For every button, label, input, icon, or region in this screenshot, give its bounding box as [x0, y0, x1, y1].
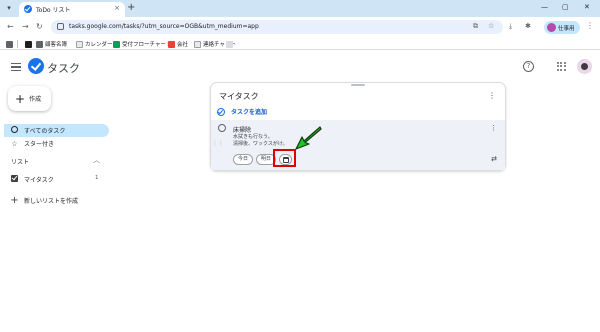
url-text: tasks.google.com/tasks/?utm_source=OGB&u…: [69, 23, 259, 30]
star-icon: ☆: [11, 139, 18, 148]
list-title: マイタスク: [219, 92, 259, 101]
task-list-card: マイタスク ⋮ タスクを追加 ⋮⋮ 床掃除 水拭きも行なう。 清掃後、ワックスが…: [210, 82, 506, 171]
tab-search-icon[interactable]: ▾: [4, 3, 14, 13]
main-menu-icon[interactable]: [11, 63, 21, 72]
back-icon[interactable]: ←: [7, 21, 14, 33]
bookmark-item[interactable]: 顧客名簿: [36, 39, 67, 49]
sidebar-item-new-list[interactable]: + 新しいリストを作成: [4, 194, 78, 207]
task-notes[interactable]: 水拭きも行なう。 清掃後、ワックスがけ。: [233, 134, 288, 148]
app-title: タスク: [47, 62, 80, 75]
bookmark-item[interactable]: 会社: [168, 39, 188, 49]
task-note-line: 清掃後、ワックスがけ。: [233, 141, 288, 147]
check-circle-icon: [10, 126, 19, 135]
bookmarks-bar: 顧客名簿 カレンダー 受付フローチャート 会社 連絡チャット: [0, 38, 600, 50]
minimize-button[interactable]: —: [541, 3, 548, 11]
sidebar-item-label: すべてのタスク: [24, 128, 66, 135]
profile-label: 仕事用: [558, 26, 575, 32]
sidebar-item-label: 新しいリストを作成: [24, 198, 79, 205]
bookmark-item[interactable]: カレンダー: [76, 39, 113, 49]
tab-title: ToDo リスト: [36, 7, 71, 14]
forward-icon[interactable]: →: [22, 21, 29, 33]
list-count-badge: 1: [95, 175, 99, 181]
highlight-box: [273, 149, 296, 167]
checkbox-icon[interactable]: [10, 175, 19, 184]
google-apps-icon[interactable]: [557, 62, 566, 71]
sidebar-item-label: スター付き: [24, 141, 55, 148]
bookmark-favicon-icon: [36, 40, 43, 48]
add-task-button[interactable]: タスクを追加: [217, 107, 267, 116]
tasks-favicon-icon: [24, 5, 32, 13]
bookmark-divider: [17, 39, 18, 49]
browser-tab-strip: ▾ ToDo リスト × + — ▢ ✕: [0, 0, 600, 17]
task-title[interactable]: 床掃除: [233, 125, 251, 134]
bookmark-favicon-icon: [194, 40, 201, 48]
add-task-icon: [217, 107, 225, 116]
bookmark-favicon-icon: [25, 40, 32, 48]
drag-handle[interactable]: [351, 84, 365, 86]
create-label: 作成: [29, 96, 42, 103]
address-bar[interactable]: tasks.google.com/tasks/?utm_source=OGB&u…: [51, 20, 503, 34]
add-task-label: タスクを追加: [231, 109, 268, 116]
bookmark-favicon-icon: [113, 40, 120, 48]
install-app-icon[interactable]: ⧉: [473, 22, 478, 31]
sidebar-item-starred[interactable]: ☆ スター付き: [4, 137, 54, 150]
profile-avatar-icon: [547, 23, 556, 32]
bookmark-favicon-icon: [226, 40, 233, 48]
tasks-logo-icon: [28, 58, 44, 74]
browser-menu-icon[interactable]: ⋮: [586, 21, 594, 30]
bookmark-star-icon[interactable]: ☆: [488, 22, 494, 30]
site-info-icon[interactable]: [57, 23, 64, 30]
create-button[interactable]: + 作成: [8, 86, 51, 111]
repeat-icon[interactable]: ⇄: [491, 155, 497, 163]
task-more-icon[interactable]: ⋮: [490, 124, 497, 132]
tab-close-icon[interactable]: ×: [114, 4, 120, 12]
reload-icon[interactable]: ↻: [36, 21, 43, 33]
browser-tab[interactable]: ToDo リスト ×: [19, 2, 125, 17]
plus-icon: +: [10, 195, 19, 206]
more-options-icon[interactable]: ⋮: [488, 91, 496, 100]
drag-grip-icon[interactable]: ⋮⋮: [212, 141, 224, 147]
account-avatar[interactable]: [577, 59, 592, 74]
apps-grid-icon[interactable]: [6, 39, 13, 49]
task-row[interactable]: ⋮⋮ 床掃除 水拭きも行なう。 清掃後、ワックスがけ。 ⋮ 今日 明日 ⇄: [211, 120, 505, 170]
extensions-icon[interactable]: ✱: [525, 22, 531, 30]
complete-task-checkbox[interactable]: [218, 124, 226, 132]
browser-toolbar: ← → ↻ tasks.google.com/tasks/?utm_source…: [0, 17, 600, 38]
pointer-arrow-icon: [295, 126, 322, 150]
bookmark-favicon-icon: [76, 40, 83, 48]
sidebar-item-label: マイタスク: [24, 177, 54, 184]
close-window-button[interactable]: ✕: [584, 3, 590, 11]
download-icon[interactable]: ⤓: [509, 22, 512, 31]
sidebar-item-all-tasks[interactable]: すべてのタスク: [4, 124, 109, 137]
profile-button[interactable]: 仕事用: [544, 21, 580, 34]
plus-icon: +: [15, 91, 26, 106]
bookmark-item[interactable]: [226, 39, 233, 49]
sidebar-item-my-tasks[interactable]: マイタスク: [4, 173, 54, 186]
bookmark-item[interactable]: [25, 39, 32, 49]
new-tab-button[interactable]: +: [127, 3, 135, 13]
task-note-line: 水拭きも行なう。: [233, 134, 273, 140]
maximize-button[interactable]: ▢: [562, 3, 569, 11]
gmail-icon: [168, 40, 175, 48]
bookmark-item[interactable]: 受付フローチャート: [113, 39, 171, 49]
lists-heading: リスト: [11, 159, 30, 166]
chevron-up-icon[interactable]: ︿: [93, 155, 100, 165]
help-icon[interactable]: ?: [523, 61, 534, 72]
today-chip[interactable]: 今日: [233, 154, 254, 165]
